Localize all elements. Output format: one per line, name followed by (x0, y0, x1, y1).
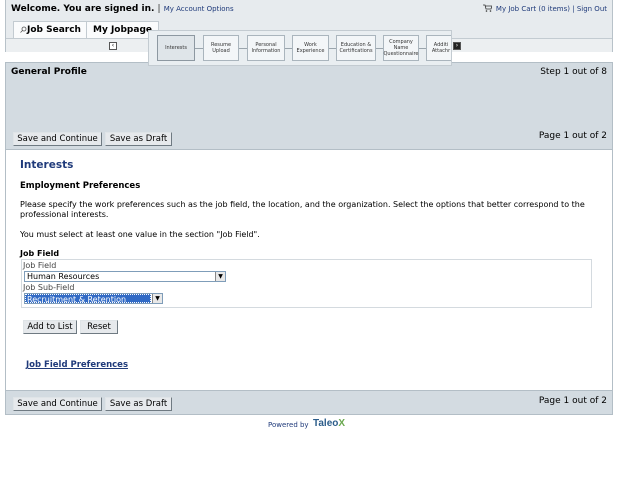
step-label: Work Experience (296, 42, 325, 54)
tab-label: My Jobpage (93, 25, 152, 35)
job-field-box: Job Field Human Resources ▼ Job Sub-Fiel… (21, 259, 592, 308)
step-connector (419, 48, 426, 49)
page-indicator: Page 1 out of 2 (538, 396, 607, 406)
add-to-list-button[interactable]: Add to List (23, 320, 77, 334)
step-connector (195, 48, 203, 49)
step-label: Personal Information (251, 42, 281, 54)
step-interests[interactable]: Interests (157, 35, 195, 61)
sign-out-link[interactable]: Sign Out (577, 5, 607, 13)
powered-by-text: Powered by (268, 421, 309, 429)
account-options-link[interactable]: My Account Options (164, 5, 234, 13)
step-label: Education & Certifications (339, 42, 373, 54)
step-additional-attachments[interactable]: Additi Attachr (426, 35, 451, 61)
separator: | (157, 4, 161, 14)
requirement-note: You must select at least one value in th… (20, 230, 260, 239)
step-label: Additi Attachr (431, 42, 451, 54)
save-and-continue-button[interactable]: Save and Continue (13, 397, 102, 411)
scroll-right-arrow[interactable]: › (453, 42, 461, 50)
step-label: Company Name Questionnaire (383, 39, 419, 57)
step-connector (285, 48, 292, 49)
main-content: Interests Employment Preferences Please … (5, 150, 613, 390)
cart-icon (482, 4, 492, 12)
header-links: My Job Cart (0 items) | Sign Out (482, 4, 607, 13)
job-cart-link[interactable]: My Job Cart (0 items) (496, 5, 570, 13)
step-label: Interests (165, 45, 187, 51)
brand-name: Taleo (313, 418, 339, 429)
step-label: Resume Upload (210, 42, 232, 54)
save-as-draft-button[interactable]: Save as Draft (105, 397, 172, 411)
chevron-down-icon[interactable]: ▼ (215, 272, 225, 281)
step-indicator: Step 1 out of 8 (540, 67, 607, 77)
step-connector (376, 48, 383, 49)
separator: | (572, 5, 575, 13)
welcome-message: Welcome. You are signed in. (11, 4, 155, 14)
step-education[interactable]: Education & Certifications (336, 35, 376, 61)
job-field-heading: Job Field (20, 249, 60, 258)
chevron-down-icon[interactable]: ▼ (152, 294, 162, 303)
welcome-text: Welcome. You are signed in. | My Account… (11, 4, 234, 14)
step-work-experience[interactable]: Work Experience (292, 35, 329, 61)
job-field-value: Human Resources (27, 272, 100, 281)
reset-button[interactable]: Reset (80, 320, 118, 334)
job-subfield-label: Job Sub-Field (23, 283, 75, 292)
brand-mark: X (338, 418, 346, 429)
tab-job-search[interactable]: Job Search (13, 21, 88, 38)
instructions-text: Please specify the work preferences such… (20, 200, 585, 219)
job-subfield-select[interactable]: Recruitment & Retention ▼ (24, 293, 163, 304)
job-field-select[interactable]: Human Resources ▼ (24, 271, 226, 282)
step-connector (329, 48, 336, 49)
save-as-draft-button[interactable]: Save as Draft (105, 132, 172, 146)
job-field-preferences-link[interactable]: Job Field Preferences (26, 360, 128, 370)
page-indicator: Page 1 out of 2 (538, 131, 607, 141)
step-company-questionnaire[interactable]: Company Name Questionnaire (383, 35, 419, 61)
step-resume-upload[interactable]: Resume Upload (203, 35, 239, 61)
search-icon (20, 26, 27, 33)
job-field-label: Job Field (23, 261, 57, 270)
taleo-logo: TaleoX (313, 418, 345, 429)
profile-title: General Profile (11, 67, 87, 77)
section-title: Interests (20, 159, 74, 171)
subsection-title: Employment Preferences (20, 181, 141, 191)
tab-label: Job Search (27, 25, 81, 35)
step-connector (239, 48, 247, 49)
scroll-left-arrow[interactable]: ‹ (109, 42, 117, 50)
step-personal-information[interactable]: Personal Information (247, 35, 285, 61)
job-subfield-value: Recruitment & Retention (25, 294, 151, 304)
save-and-continue-button[interactable]: Save and Continue (13, 132, 102, 146)
step-navigator: Interests Resume Upload Personal Informa… (148, 30, 452, 66)
